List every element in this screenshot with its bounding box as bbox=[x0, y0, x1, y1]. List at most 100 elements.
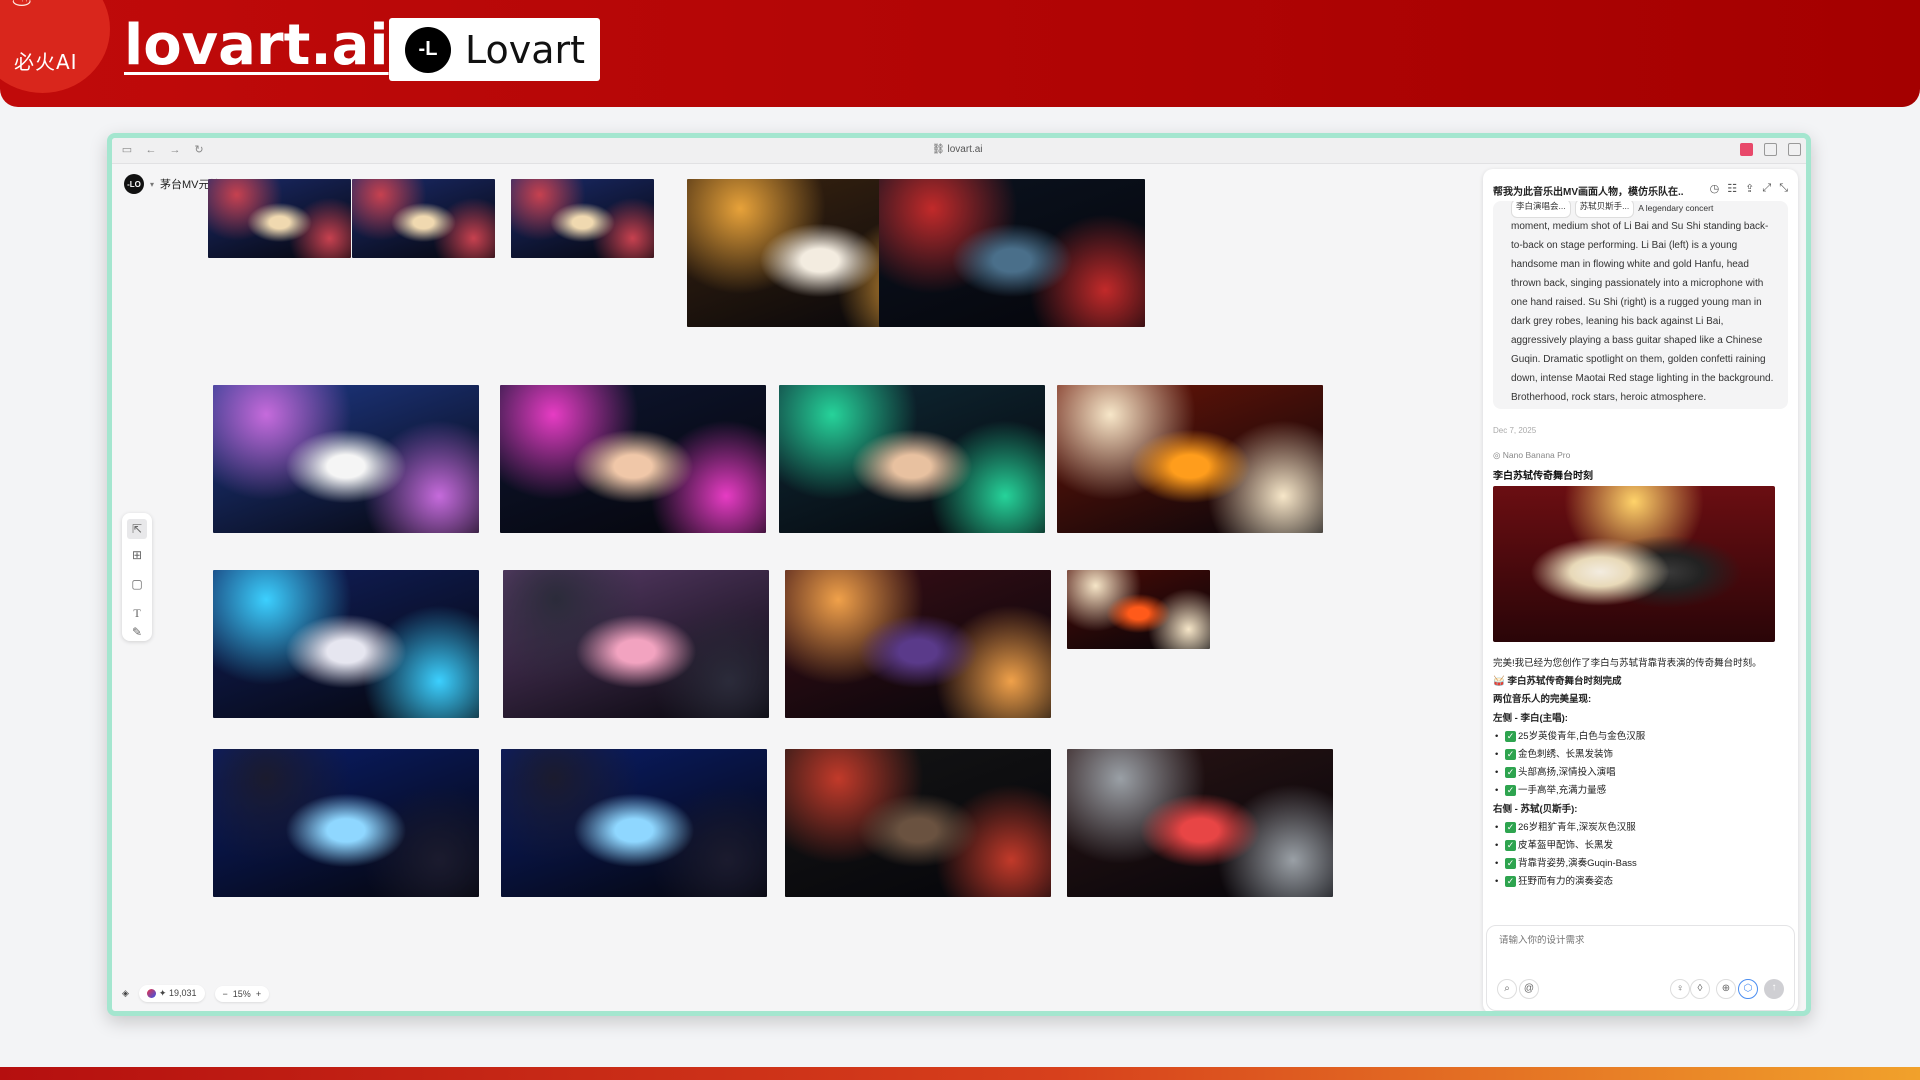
summary-intro: 完美!我已经为您创作了李白与苏轼背靠背表演的传奇舞台时刻。 bbox=[1493, 658, 1762, 669]
layers-icon[interactable]: ◈ bbox=[122, 988, 129, 999]
link-icon: ⛓ bbox=[932, 144, 948, 155]
reload-icon[interactable]: ↻ bbox=[192, 143, 206, 157]
canvas-image-drummer[interactable] bbox=[503, 570, 769, 718]
check-icon: ✓ bbox=[1505, 821, 1516, 833]
check-icon: ✓ bbox=[1505, 785, 1516, 797]
right-label: 右侧 - 苏轼(贝斯手): bbox=[1493, 803, 1578, 815]
summary-done: 🥁 李白苏轼传奇舞台时刻完成 bbox=[1493, 676, 1622, 688]
settings-icon[interactable]: ☷ bbox=[1727, 182, 1737, 195]
check-icon: ✓ bbox=[1505, 858, 1516, 870]
split-view-icon[interactable] bbox=[1788, 143, 1801, 156]
canvas-image-lightning-guitar[interactable] bbox=[501, 749, 767, 897]
status-bar: ◈ ✦ 19,031 − 15% + bbox=[122, 985, 270, 1002]
chevron-down-icon[interactable]: ▾ bbox=[150, 180, 154, 189]
prompt-tag[interactable]: 苏轼贝斯手... bbox=[1574, 201, 1635, 218]
prompt-text: moment, medium shot of Li Bai and Su Shi… bbox=[1511, 221, 1774, 403]
back-icon[interactable]: ← bbox=[144, 143, 158, 157]
top-banner: ♨ 必火AI lovart.ai -L Lovart bbox=[0, 0, 1920, 107]
bottom-gradient-bar bbox=[0, 1067, 1920, 1080]
select-icon[interactable]: ⇱ bbox=[127, 519, 147, 539]
zoom-control: − 15% + bbox=[214, 985, 270, 1002]
share-icon[interactable]: ⇪ bbox=[1745, 182, 1754, 195]
text-icon[interactable]: T bbox=[130, 606, 144, 620]
list-item: ✓25岁英俊青年,白色与金色汉服 bbox=[1493, 728, 1783, 746]
left-label: 左侧 - 李白(主唱): bbox=[1493, 712, 1568, 724]
list-item-text: 狂野而有力的演奏姿态 bbox=[1518, 876, 1614, 888]
canvas-image-rock-closeup[interactable] bbox=[500, 385, 766, 533]
rectangle-icon[interactable]: ▢ bbox=[130, 577, 144, 591]
list-item-text: 金色刺绣、长黑发装饰 bbox=[1518, 749, 1614, 761]
globe-icon[interactable]: ⊕ bbox=[1716, 979, 1736, 999]
zoom-in-button[interactable]: + bbox=[256, 989, 261, 999]
canvas-image-spotlight-singer[interactable] bbox=[213, 385, 479, 533]
list-item: ✓26岁粗犷青年,深炭灰色汉服 bbox=[1493, 819, 1783, 837]
address-bar[interactable]: ⛓ lovart.ai bbox=[932, 144, 983, 155]
list-item: ✓背靠背姿势,演奏Guqin-Bass bbox=[1493, 855, 1783, 873]
credits-chip[interactable]: ✦ 19,031 bbox=[138, 985, 205, 1002]
magic-icon[interactable]: ◊ bbox=[1690, 979, 1710, 999]
chat-input[interactable] bbox=[1499, 935, 1779, 946]
summary-sub: 两位音乐人的完美呈现: bbox=[1493, 694, 1592, 706]
prompt-tags: 李白演唱会... 苏轼贝斯手... A legendary concert bbox=[1511, 201, 1778, 218]
left-list: ✓25岁英俊青年,白色与金色汉服 ✓金色刺绣、长黑发装饰 ✓头部高扬,深情投入演… bbox=[1493, 728, 1783, 801]
url-text: lovart.ai bbox=[947, 144, 983, 155]
lovart-badge: -L Lovart bbox=[389, 18, 600, 81]
prompt-text-lead: A legendary concert bbox=[1638, 203, 1714, 213]
avatar bbox=[146, 989, 156, 999]
sidebar-icon[interactable]: ▭ bbox=[120, 143, 134, 157]
browser-bar: ▭ ← → ↻ ⛓ lovart.ai bbox=[112, 138, 1806, 164]
site-title: lovart.ai bbox=[124, 13, 389, 78]
history-icon[interactable]: ◷ bbox=[1710, 182, 1720, 195]
collapse-icon[interactable]: ⤢ bbox=[1762, 182, 1771, 195]
canvas-image-windblown-guitarist[interactable] bbox=[1067, 749, 1333, 897]
zoom-level[interactable]: 15% bbox=[233, 989, 251, 999]
extension-icon[interactable] bbox=[1740, 143, 1753, 156]
reader-icon[interactable] bbox=[1764, 143, 1777, 156]
model-name: Nano Banana Pro bbox=[1502, 450, 1571, 460]
attach-icon[interactable]: ⌕ bbox=[1497, 979, 1517, 999]
canvas-image-pipa-player[interactable] bbox=[785, 570, 1051, 718]
chat-header-actions: ◷ ☷ ⇪ ⤢ ⤡ bbox=[1710, 182, 1788, 195]
result-title: 李白苏轼传奇舞台时刻 bbox=[1493, 471, 1593, 482]
message-date: Dec 7, 2025 bbox=[1493, 426, 1537, 435]
list-item-text: 背靠背姿势,演奏Guqin-Bass bbox=[1518, 858, 1637, 870]
canvas-image-fire-stage[interactable] bbox=[1057, 385, 1323, 533]
model-icon: ◎ bbox=[1493, 450, 1503, 460]
canvas-image-ensemble[interactable] bbox=[511, 179, 654, 258]
add-frame-icon[interactable]: ⊞ bbox=[130, 548, 144, 562]
right-list: ✓26岁粗犷青年,深炭灰色汉服 ✓皮革盔甲配饰、长黑发 ✓背靠背姿势,演奏Guq… bbox=[1493, 819, 1783, 892]
canvas-image-ensemble[interactable] bbox=[352, 179, 495, 258]
list-item-text: 皮革盔甲配饰、长黑发 bbox=[1518, 840, 1614, 852]
check-icon: ✓ bbox=[1505, 749, 1516, 761]
canvas-image-dark-guitarist[interactable] bbox=[785, 749, 1051, 897]
lovart-wordmark: Lovart bbox=[465, 27, 586, 72]
canvas-image-ensemble[interactable] bbox=[208, 179, 351, 258]
list-item: ✓头部高扬,深情投入演唱 bbox=[1493, 764, 1783, 782]
chat-title: 帮我为此音乐出MV画面人物，模仿乐队在... bbox=[1493, 187, 1683, 198]
list-item: ✓皮革盔甲配饰、长黑发 bbox=[1493, 837, 1783, 855]
canvas-image-hand-gesture[interactable] bbox=[779, 385, 1045, 533]
result-image[interactable] bbox=[1493, 486, 1775, 642]
project-logo-icon: -LO bbox=[124, 174, 144, 194]
send-button[interactable]: ↑ bbox=[1764, 979, 1784, 999]
canvas-image-stadium[interactable] bbox=[879, 179, 1145, 327]
check-icon: ✓ bbox=[1505, 876, 1516, 888]
check-icon: ✓ bbox=[1505, 840, 1516, 852]
list-item: ✓金色刺绣、长黑发装饰 bbox=[1493, 746, 1783, 764]
canvas-image-lightning-guitar[interactable] bbox=[213, 749, 479, 897]
cube-icon[interactable]: ⬡ bbox=[1738, 979, 1758, 999]
minimize-icon[interactable]: ⤡ bbox=[1779, 182, 1788, 195]
result-summary: 完美!我已经为您创作了李白与苏轼背靠背表演的传奇舞台时刻。 🥁 李白苏轼传奇舞台… bbox=[1493, 655, 1783, 892]
forward-icon[interactable]: → bbox=[168, 143, 182, 157]
canvas-image-blue-stage-band[interactable] bbox=[213, 570, 479, 718]
canvas-image-red-fire-stage[interactable] bbox=[1067, 570, 1210, 649]
lovart-logo-icon: -L bbox=[405, 26, 451, 73]
idea-icon[interactable]: ♀ bbox=[1670, 979, 1690, 999]
flame-icon: ♨ bbox=[10, 0, 33, 13]
list-item: ✓狂野而有力的演奏姿态 bbox=[1493, 873, 1783, 891]
zoom-out-button[interactable]: − bbox=[223, 989, 228, 999]
mention-icon[interactable]: @ bbox=[1519, 979, 1539, 999]
prompt-tag[interactable]: 李白演唱会... bbox=[1511, 201, 1571, 218]
project-header[interactable]: -LO ▾ 茅台MV元峰 bbox=[124, 174, 221, 194]
pen-icon[interactable]: ✎ bbox=[130, 625, 144, 639]
